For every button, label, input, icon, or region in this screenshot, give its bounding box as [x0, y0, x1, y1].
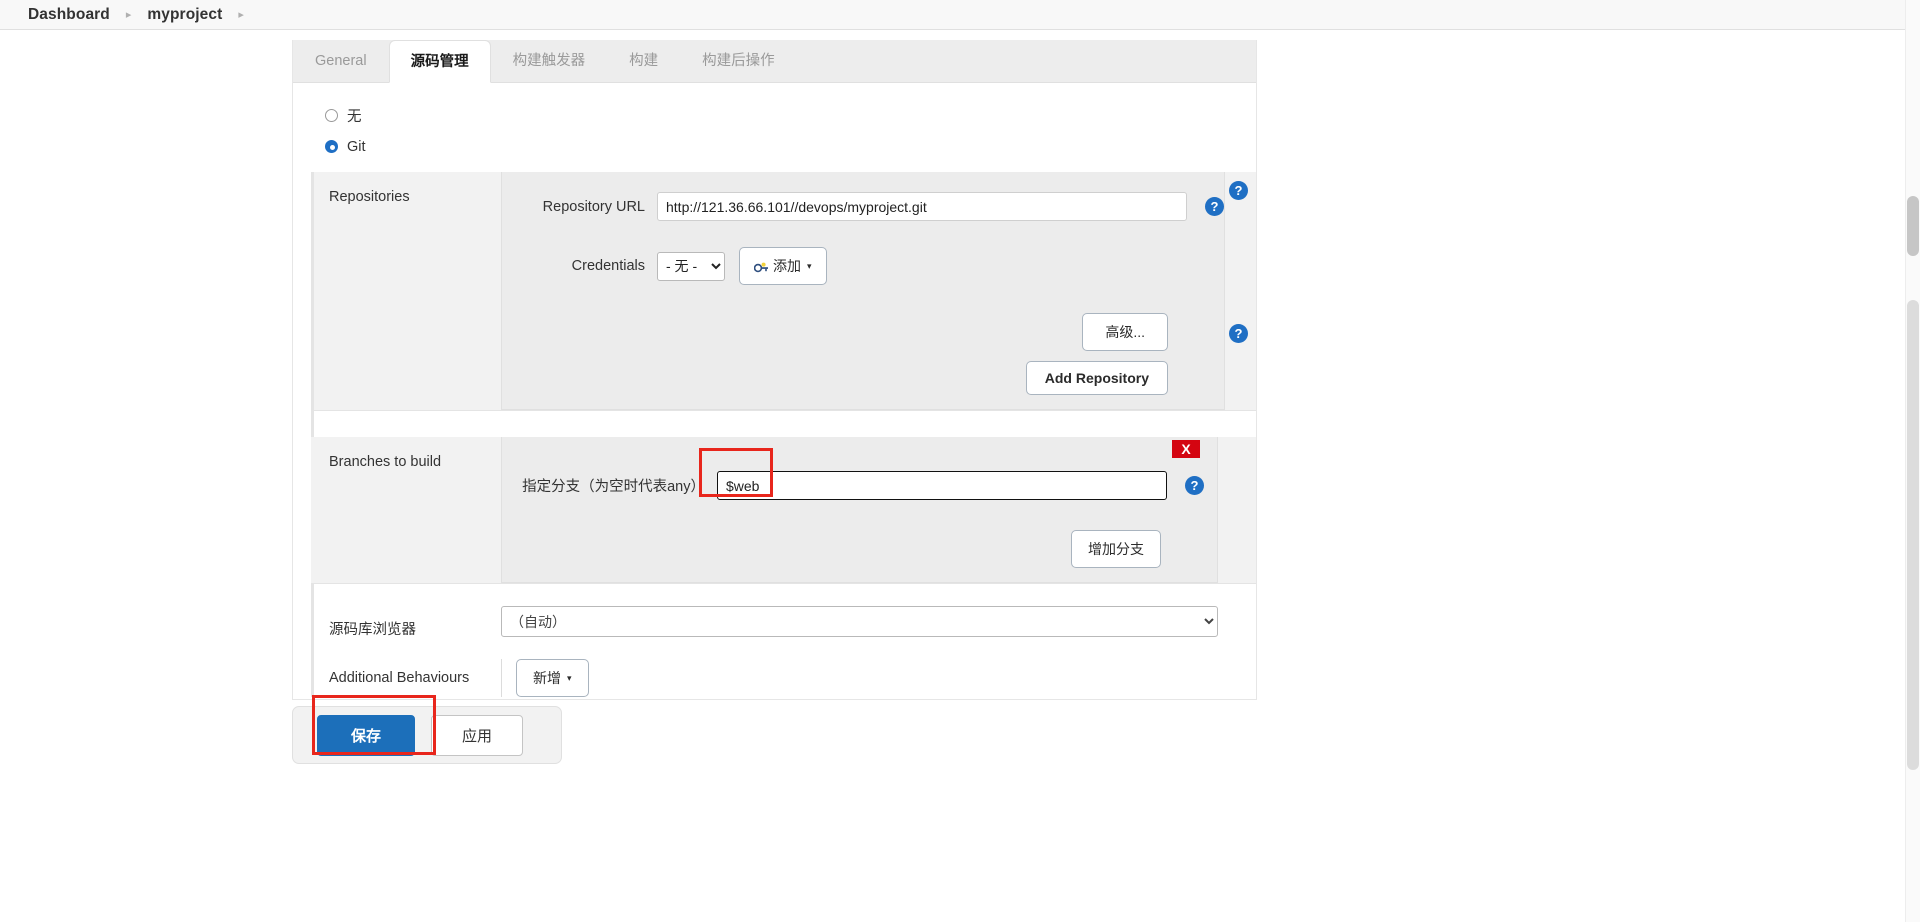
tab-build-triggers[interactable]: 构建触发器: [491, 39, 608, 82]
credentials-label: Credentials: [571, 258, 645, 274]
tab-build[interactable]: 构建: [607, 39, 680, 82]
add-credentials-label: 添加: [773, 258, 801, 274]
add-branch-row: 增加分支: [502, 530, 1217, 568]
repositories-help-icon[interactable]: ?: [1229, 324, 1248, 343]
add-behaviour-button[interactable]: 新增 ▾: [516, 659, 589, 697]
repository-browser-label: 源码库浏览器: [329, 622, 416, 638]
repository-browser-help-icon[interactable]: ?: [1229, 181, 1248, 200]
add-repository-row: Add Repository: [502, 361, 1224, 395]
branches-body: 指定分支（为空时代表any） ? 增加分支: [501, 437, 1218, 583]
git-settings-block: Repositories Repository URL ? Credential…: [311, 172, 1256, 697]
add-branch-button[interactable]: 增加分支: [1071, 530, 1161, 568]
credentials-row: Credentials - 无 - 添加 ▾: [502, 227, 1224, 291]
tab-general[interactable]: General: [293, 39, 389, 82]
branch-specifier-label: 指定分支（为空时代表any）: [522, 479, 705, 495]
repositories-label: Repositories: [329, 189, 410, 205]
key-icon: [753, 260, 769, 276]
breadcrumb-separator-icon: ▸: [125, 9, 132, 21]
advanced-button[interactable]: 高级...: [1082, 313, 1168, 351]
page-body: General 源码管理 构建触发器 构建 构建后操作 无 Git Reposi…: [0, 30, 1920, 922]
radio-git[interactable]: [325, 140, 338, 153]
breadcrumb: Dashboard ▸ myproject ▸: [0, 0, 1920, 30]
repository-url-input[interactable]: [657, 192, 1187, 221]
config-tab-strip: General 源码管理 构建触发器 构建 构建后操作: [293, 40, 1256, 83]
add-repository-button[interactable]: Add Repository: [1025, 361, 1168, 395]
scm-option-none-label: 无: [347, 109, 362, 125]
chevron-down-icon: ▾: [807, 261, 812, 271]
scm-option-git-label: Git: [347, 138, 366, 155]
repositories-section: Repositories Repository URL ? Credential…: [311, 172, 1256, 411]
vertical-scrollbar-thumb-secondary[interactable]: [1907, 300, 1919, 770]
breadcrumb-item-myproject[interactable]: myproject: [147, 6, 222, 24]
branch-specifier-input[interactable]: [717, 471, 1167, 500]
repository-browser-section: 源码库浏览器 （自动） ?: [311, 181, 1256, 639]
vertical-scrollbar-thumb[interactable]: [1907, 196, 1919, 256]
additional-behaviours-section: Additional Behaviours 新增 ▾: [311, 659, 1256, 697]
repository-url-label: Repository URL: [542, 198, 645, 215]
repository-url-row: Repository URL ?: [502, 186, 1224, 227]
branch-specifier-help-icon[interactable]: ?: [1185, 476, 1204, 495]
credentials-select[interactable]: - 无 -: [657, 251, 725, 281]
repository-browser-select[interactable]: （自动）: [501, 606, 1218, 637]
tab-source-control[interactable]: 源码管理: [388, 40, 491, 83]
repository-url-help-icon[interactable]: ?: [1205, 197, 1224, 216]
branches-label: Branches to build: [329, 454, 442, 470]
radio-none[interactable]: [325, 109, 338, 122]
scm-panel: 无 Git Repositories Repository URL ?: [293, 83, 1256, 699]
breadcrumb-separator-icon-2: ▸: [238, 9, 244, 21]
add-behaviour-label: 新增: [533, 670, 561, 686]
scm-option-none[interactable]: 无: [293, 100, 1256, 131]
branch-specifier-row: 指定分支（为空时代表any） ?: [502, 451, 1217, 506]
form-action-bar: 保存 应用: [292, 706, 562, 764]
repositories-body: Repository URL ? Credentials - 无 -: [501, 172, 1225, 410]
additional-behaviours-label: Additional Behaviours: [329, 670, 470, 686]
chevron-down-icon-2: ▾: [567, 673, 572, 683]
advanced-button-row: 高级...: [502, 313, 1224, 351]
scm-option-git[interactable]: Git: [293, 131, 1256, 162]
job-config-card: General 源码管理 构建触发器 构建 构建后操作 无 Git Reposi…: [292, 40, 1257, 700]
save-button[interactable]: 保存: [317, 714, 416, 756]
breadcrumb-item-dashboard[interactable]: Dashboard: [28, 6, 110, 24]
apply-button[interactable]: 应用: [431, 714, 524, 756]
branches-section: Branches to build 指定分支（为空时代表any） ? 增加分支 …: [311, 437, 1256, 584]
add-credentials-button[interactable]: 添加 ▾: [739, 247, 827, 285]
tab-post-build[interactable]: 构建后操作: [680, 39, 797, 82]
delete-branch-badge[interactable]: X: [1172, 440, 1200, 458]
